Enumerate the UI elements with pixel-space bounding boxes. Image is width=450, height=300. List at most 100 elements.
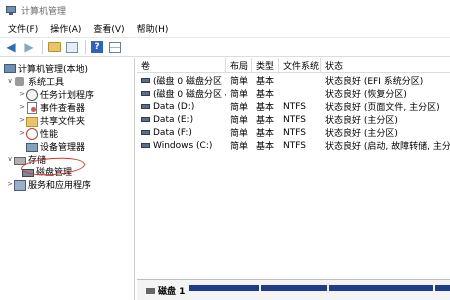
- arrow-right-icon: ▶: [24, 40, 34, 54]
- tree-item-services-apps[interactable]: > 服务和应用程序: [6, 178, 92, 191]
- toolbar-separator: [85, 40, 86, 54]
- cell-type: 基本: [256, 116, 275, 126]
- help-button[interactable]: ?: [90, 40, 104, 54]
- shared-folder-icon: [26, 115, 38, 127]
- chevron-down-icon[interactable]: ∨: [6, 155, 14, 163]
- menu-help[interactable]: 帮助(H): [131, 22, 175, 35]
- disk-name: 磁盘 1: [158, 287, 186, 297]
- window-title: 计算机管理: [21, 6, 67, 17]
- device-manager-icon: [26, 141, 38, 152]
- chevron-right-icon[interactable]: >: [6, 180, 14, 188]
- cell-volume: Data (D:): [153, 101, 195, 112]
- table-row[interactable]: Data (D:): [137, 100, 226, 113]
- cell-filesystem: NTFS: [283, 101, 306, 112]
- chevron-right-icon[interactable]: >: [18, 90, 26, 98]
- disk-1-label[interactable]: 磁盘 1: [146, 284, 185, 297]
- folder-up-icon: [47, 42, 61, 52]
- properties-button[interactable]: [108, 40, 122, 54]
- table-row[interactable]: (磁盘 0 磁盘分区 4): [137, 87, 226, 100]
- table-row[interactable]: Data (F:): [137, 126, 226, 139]
- cell-volume: (磁盘 0 磁盘分区 4): [153, 90, 226, 100]
- disk-icon: [146, 287, 155, 294]
- computer-icon: [4, 63, 16, 74]
- tree-item-root[interactable]: 计算机管理(本地): [4, 62, 89, 75]
- tree-label: 系统工具: [28, 77, 65, 88]
- partition-bar[interactable]: [435, 285, 450, 291]
- cell-type: 基本: [256, 90, 275, 100]
- tree-label: 设备管理器: [40, 142, 86, 153]
- properties-icon: [109, 41, 121, 53]
- menu-action[interactable]: 操作(A): [44, 22, 87, 35]
- forward-button[interactable]: ▶: [22, 40, 36, 54]
- cell-status: 状态良好 (恢复分区): [325, 90, 407, 100]
- cell-type: 基本: [256, 142, 275, 152]
- cell-layout: 简单: [230, 103, 249, 113]
- cell-filesystem: NTFS: [283, 114, 306, 125]
- cell-volume: (磁盘 0 磁盘分区 1): [153, 77, 226, 87]
- services-icon: [14, 179, 26, 191]
- cell-filesystem: [279, 87, 321, 100]
- tree-item-shared-folders[interactable]: > 共享文件夹: [18, 114, 86, 127]
- table-row[interactable]: Windows (C:): [137, 139, 226, 152]
- volume-icon: [141, 78, 150, 83]
- volume-icon: [141, 91, 150, 96]
- clock-icon: [26, 88, 38, 101]
- cell-layout: 简单: [230, 129, 249, 139]
- table-row[interactable]: Data (E:): [137, 113, 226, 126]
- title-bar: 计算机管理: [0, 0, 450, 20]
- cell-layout: 简单: [230, 142, 249, 152]
- chevron-down-icon[interactable]: ∨: [6, 77, 14, 85]
- back-button[interactable]: ◀: [4, 40, 18, 54]
- partition-bar[interactable]: [329, 285, 433, 291]
- volume-icon: [141, 130, 150, 135]
- cell-filesystem: NTFS: [283, 140, 306, 151]
- cell-layout: 简单: [230, 77, 249, 87]
- tree-label: 事件查看器: [40, 103, 86, 114]
- column-header-layout[interactable]: 布局: [226, 58, 252, 73]
- partition-bar[interactable]: [261, 285, 327, 291]
- tree-item-system-tools[interactable]: ∨ 系统工具: [6, 75, 65, 88]
- disk-graphical-view: 磁盘 1: [137, 280, 450, 300]
- tree-label: 性能: [40, 129, 59, 140]
- menu-view[interactable]: 查看(V): [87, 22, 130, 35]
- volume-icon: [141, 117, 150, 122]
- cell-status: 状态良好 (页面文件, 主分区): [325, 103, 440, 113]
- volume-icon: [141, 143, 150, 148]
- menu-file[interactable]: 文件(F): [2, 22, 44, 35]
- cell-status: 状态良好 (主分区): [325, 116, 398, 126]
- partition-bar[interactable]: [189, 285, 259, 291]
- tree-label: 任务计划程序: [40, 90, 95, 101]
- chevron-right-icon[interactable]: >: [18, 103, 26, 111]
- column-header-status[interactable]: 状态: [321, 58, 450, 73]
- up-folder-button[interactable]: [47, 40, 61, 54]
- tree-label: 服务和应用程序: [28, 180, 92, 191]
- cell-status: 状态良好 (主分区): [325, 129, 398, 139]
- storage-icon: [14, 154, 26, 165]
- table-row[interactable]: (磁盘 0 磁盘分区 1): [137, 74, 226, 87]
- toolbar-separator: [42, 40, 43, 54]
- column-header-type[interactable]: 类型: [252, 58, 279, 73]
- column-header-filesystem[interactable]: 文件系统: [279, 58, 321, 73]
- show-hide-tree-button[interactable]: [65, 40, 79, 54]
- cell-status: 状态良好 (启动, 故障转储, 主分区): [325, 142, 450, 152]
- volume-icon: [141, 104, 150, 109]
- event-log-icon: [26, 101, 37, 114]
- tree-label: 计算机管理(本地): [18, 64, 89, 75]
- computer-management-icon: [6, 5, 16, 15]
- chevron-right-icon[interactable]: >: [18, 116, 26, 124]
- performance-icon: [26, 127, 38, 140]
- cell-filesystem: [279, 74, 321, 87]
- tree-item-event-viewer[interactable]: > 事件查看器: [18, 101, 86, 114]
- chevron-right-icon[interactable]: >: [18, 129, 26, 137]
- column-header-volume[interactable]: 卷: [137, 58, 226, 73]
- cell-volume: Data (F:): [153, 127, 192, 138]
- cell-filesystem: NTFS: [283, 127, 306, 138]
- tree-label: 共享文件夹: [40, 116, 86, 127]
- cell-type: 基本: [256, 103, 275, 113]
- system-tools-icon: [14, 76, 25, 87]
- menu-bar: 文件(F) 操作(A) 查看(V) 帮助(H): [0, 20, 450, 37]
- cell-status: 状态良好 (EFI 系统分区): [325, 77, 424, 87]
- tree-item-performance[interactable]: > 性能: [18, 127, 59, 140]
- tree-item-device-manager[interactable]: 设备管理器: [26, 140, 86, 153]
- tree-item-task-scheduler[interactable]: > 任务计划程序: [18, 88, 95, 101]
